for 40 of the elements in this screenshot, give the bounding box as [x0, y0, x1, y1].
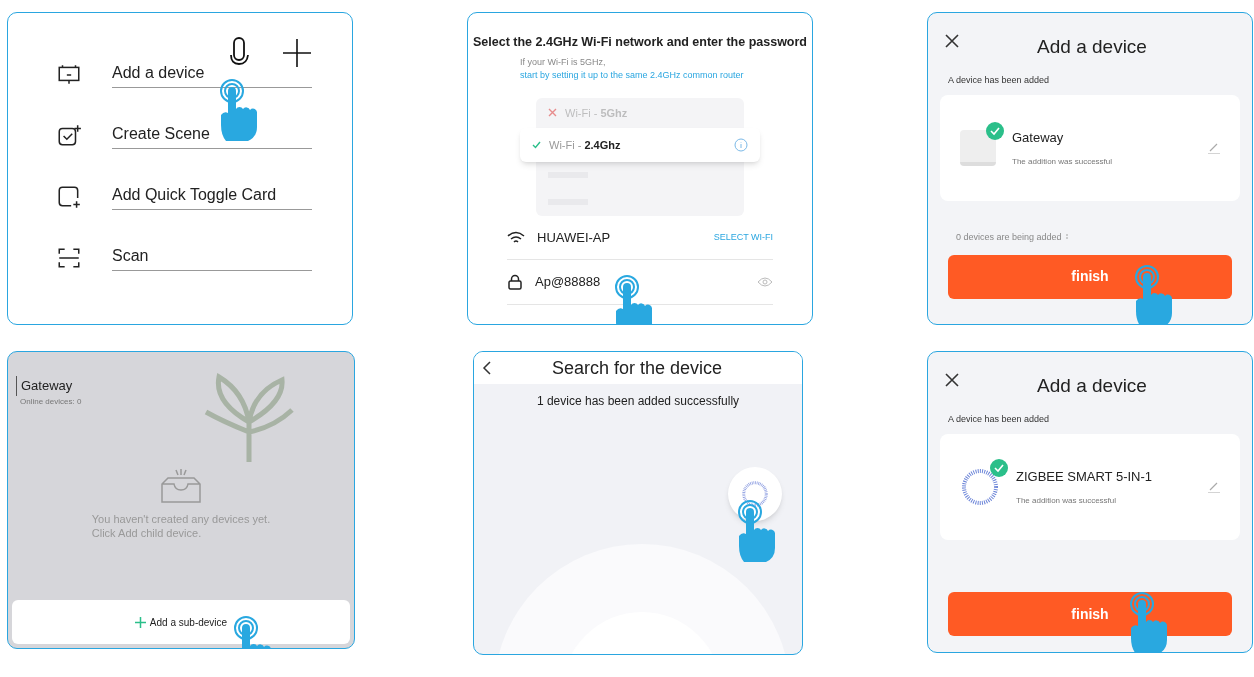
panel-title: Select the 2.4GHz Wi-Fi network and enter the password	[473, 34, 807, 51]
close-icon[interactable]	[944, 33, 960, 50]
menu-item[interactable]: Add Quick Toggle Card	[112, 183, 312, 210]
online-count: Online devices: 0	[20, 395, 83, 408]
section-label: A device has been added	[948, 73, 1051, 87]
panel-title: Add a device	[1036, 374, 1148, 398]
success-message: 1 device has been added successfully	[536, 393, 740, 410]
lock-icon	[507, 274, 523, 290]
menu-item[interactable]: Scan	[112, 244, 312, 271]
empty-box-icon	[158, 467, 204, 504]
device-name: Gateway	[1012, 129, 1065, 148]
plus-icon[interactable]	[282, 38, 312, 68]
panel-title: Add a device	[1036, 35, 1148, 59]
empty-message: You haven't created any devices yet. Click Add child device.	[91, 511, 271, 540]
close-icon[interactable]	[944, 372, 960, 389]
found-device-bubble[interactable]	[728, 467, 782, 521]
wifi-icon	[507, 230, 525, 245]
section-label: A device has been added	[948, 412, 1051, 426]
pending-text: 0 devices are being added	[956, 231, 1062, 244]
success-check-icon	[986, 122, 1004, 140]
card-icon	[56, 184, 82, 210]
panel-title: Search for the device	[550, 356, 724, 380]
network-name: Wi-Fi - 5Ghz	[565, 105, 628, 121]
gateway-title: Gateway	[16, 376, 73, 396]
back-icon[interactable]	[482, 360, 492, 376]
ring-sensor-icon	[960, 467, 1000, 507]
hub-picture	[960, 130, 996, 166]
ring-sensor-icon	[740, 479, 770, 509]
network-name: Wi-Fi - 2.4Ghz	[549, 137, 621, 153]
hint-text: If your Wi-Fi is 5GHz,	[520, 55, 607, 69]
device-name: ZIGBEE SMART 5-IN-1	[1016, 468, 1153, 487]
dots-icon	[1065, 234, 1068, 242]
menu-item[interactable]: Add a device	[112, 61, 312, 88]
network-name: HUAWEI-AP	[537, 228, 611, 247]
status-text: The addition was successful	[1016, 494, 1118, 507]
add-sub-device-button[interactable]: Add a sub-device	[12, 600, 350, 644]
plus-icon	[134, 616, 146, 628]
success-check-icon	[990, 459, 1008, 477]
info-icon	[734, 137, 748, 152]
status-text: The addition was successful	[1012, 155, 1113, 168]
